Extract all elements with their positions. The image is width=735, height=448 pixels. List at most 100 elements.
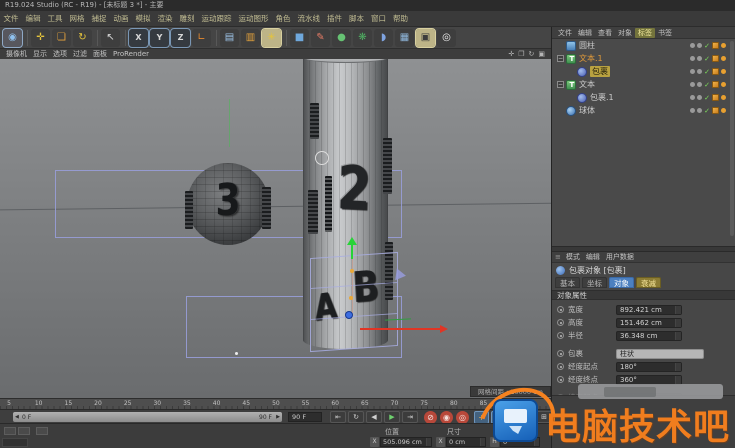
timeline-layout-button[interactable]: ⊞ <box>536 411 552 423</box>
object-manager-menu-0[interactable]: 文件 <box>555 28 575 38</box>
handle-ring[interactable] <box>315 151 329 165</box>
visibility-dot-editor[interactable] <box>690 69 696 74</box>
visibility-dot-render[interactable] <box>697 69 703 74</box>
object-row[interactable]: 圆柱 ✓ <box>552 39 735 52</box>
parameter-handle-dot[interactable] <box>350 269 354 273</box>
viewport-menu-item-2[interactable]: 选项 <box>50 49 70 59</box>
attribute-tab-3[interactable]: 衰减 <box>636 277 661 288</box>
coordinate-header-1[interactable]: 尺寸 <box>447 427 461 437</box>
object-label[interactable]: 圆柱 <box>579 40 595 51</box>
tag-icon[interactable] <box>721 95 726 100</box>
coordinate-header-2[interactable]: 旋转 <box>505 427 519 437</box>
menu-item-9[interactable]: 运动跟踪 <box>198 13 235 24</box>
property-field[interactable]: 36.348 cm <box>616 330 682 341</box>
property-dropdown[interactable]: 柱状 <box>616 348 704 359</box>
visibility-dot-editor[interactable] <box>690 95 696 100</box>
attribute-tab-0[interactable]: 基本 <box>555 277 580 288</box>
coordinate-header-0[interactable]: 位置 <box>385 427 399 437</box>
current-frame-field[interactable]: 90 F <box>288 412 322 422</box>
tag-icon[interactable] <box>721 108 726 113</box>
object-manager-menu-3[interactable]: 对象 <box>615 28 635 38</box>
object-label[interactable]: 球体 <box>579 105 595 116</box>
environment-menu-button[interactable]: ▦ <box>395 28 414 47</box>
tag-icon[interactable] <box>712 42 719 49</box>
object-manager-menu-1[interactable]: 编辑 <box>575 28 595 38</box>
animate-toggle-icon[interactable] <box>557 350 564 357</box>
viewport-canvas[interactable]: 3 2 A B 网格间距: 10000 cm <box>0 59 551 398</box>
go-to-end-button[interactable]: ⇥ <box>402 411 418 423</box>
live-selection-tool-button[interactable]: ◉ <box>2 27 23 48</box>
tag-icon[interactable] <box>712 94 719 101</box>
tag-icon[interactable] <box>712 55 719 62</box>
zoom-view-icon[interactable]: ❐ <box>518 50 524 58</box>
property-field[interactable]: 360° <box>616 374 682 385</box>
menu-item-8[interactable]: 雕刻 <box>176 13 198 24</box>
menu-item-14[interactable]: 脚本 <box>346 13 368 24</box>
tag-icon[interactable] <box>721 82 726 87</box>
visibility-dot-editor[interactable] <box>690 56 696 61</box>
tag-icon[interactable] <box>721 56 726 61</box>
menu-item-4[interactable]: 捕捉 <box>88 13 110 24</box>
rotate-tool-button[interactable]: ↻ <box>73 28 92 47</box>
render-settings-button[interactable]: ✳ <box>261 27 282 48</box>
field-stepper[interactable] <box>675 362 681 371</box>
field-stepper[interactable] <box>426 438 431 446</box>
viewport-menu-item-3[interactable]: 过滤 <box>70 49 90 59</box>
range-right-arrow-icon[interactable]: ▶ <box>276 414 280 420</box>
tag-icon[interactable] <box>712 68 719 75</box>
tag-icon[interactable] <box>721 43 726 48</box>
loop-playback-button[interactable]: ↻ <box>348 411 364 423</box>
material-manager-stub[interactable] <box>2 438 28 447</box>
visibility-dot-render[interactable] <box>697 108 703 113</box>
z-axis-lock-button[interactable]: Z <box>170 27 191 48</box>
menu-item-10[interactable]: 运动图形 <box>235 13 272 24</box>
y-axis-arrowhead[interactable] <box>347 237 357 245</box>
generators-menu-button[interactable]: ● <box>332 28 351 47</box>
timeline-ruler[interactable]: 5 10 15 20 25 30 35 40 45 50 55 60 65 70 75 80 85 90 <box>0 398 551 409</box>
render-picture-viewer-button[interactable]: ▥ <box>241 28 260 47</box>
attribute-tab-2[interactable]: 对象 <box>609 277 634 288</box>
mograph-menu-button[interactable]: ❋ <box>353 28 372 47</box>
enable-check-icon[interactable]: ✓ <box>704 81 710 89</box>
visibility-dot-editor[interactable] <box>690 43 696 48</box>
animate-toggle-icon[interactable] <box>557 332 564 339</box>
menu-item-3[interactable]: 网格 <box>66 13 88 24</box>
menu-item-11[interactable]: 角色 <box>272 13 294 24</box>
visibility-dot-render[interactable] <box>697 95 703 100</box>
object-row[interactable]: − 文本.1 ✓ <box>552 52 735 65</box>
attribute-menu-1[interactable]: 编辑 <box>583 252 603 262</box>
animate-toggle-icon[interactable] <box>557 376 564 383</box>
menu-item-15[interactable]: 窗口 <box>368 13 390 24</box>
spline-point-dot[interactable] <box>235 352 238 355</box>
field-stepper[interactable] <box>480 438 485 446</box>
property-field[interactable]: 180° <box>616 361 682 372</box>
field-stepper[interactable] <box>675 318 681 327</box>
viewport-menu-item-0[interactable]: 摄像机 <box>3 49 30 59</box>
rotate-view-icon[interactable]: ↻ <box>529 50 535 58</box>
object-label[interactable]: 包裹 <box>590 66 610 77</box>
viewport-menu-item-4[interactable]: 面板 <box>90 49 110 59</box>
object-label[interactable]: 包裹.1 <box>590 92 614 103</box>
parameter-handle-dot[interactable] <box>349 296 353 300</box>
property-field[interactable]: 892.421 cm <box>616 304 682 315</box>
render-view-button[interactable]: ▤ <box>220 28 239 47</box>
tag-icon[interactable] <box>721 69 726 74</box>
go-to-start-button[interactable]: ⇤ <box>330 411 346 423</box>
maximize-view-icon[interactable]: ▣ <box>538 50 545 58</box>
coordinate-field-2[interactable]: 0° <box>500 437 540 447</box>
field-stepper[interactable] <box>675 375 681 384</box>
object-manager-scrollbar[interactable] <box>730 41 734 236</box>
enable-check-icon[interactable]: ✓ <box>704 107 710 115</box>
object-row[interactable]: 包裹 ✓ <box>552 65 735 78</box>
field-stepper[interactable] <box>534 438 539 446</box>
field-stepper[interactable] <box>675 305 681 314</box>
object-row[interactable]: 球体 ✓ <box>552 104 735 117</box>
attribute-menu-2[interactable]: 用户数据 <box>603 252 637 262</box>
gizmo-center-dot[interactable] <box>345 311 353 319</box>
x-axis-handle[interactable] <box>360 328 440 330</box>
attribute-tab-1[interactable]: 坐标 <box>582 277 607 288</box>
menu-item-0[interactable]: 文件 <box>0 13 22 24</box>
object-row[interactable]: 包裹.1 ✓ <box>552 91 735 104</box>
deformers-menu-button[interactable]: ◗ <box>374 28 393 47</box>
enable-check-icon[interactable]: ✓ <box>704 42 710 50</box>
